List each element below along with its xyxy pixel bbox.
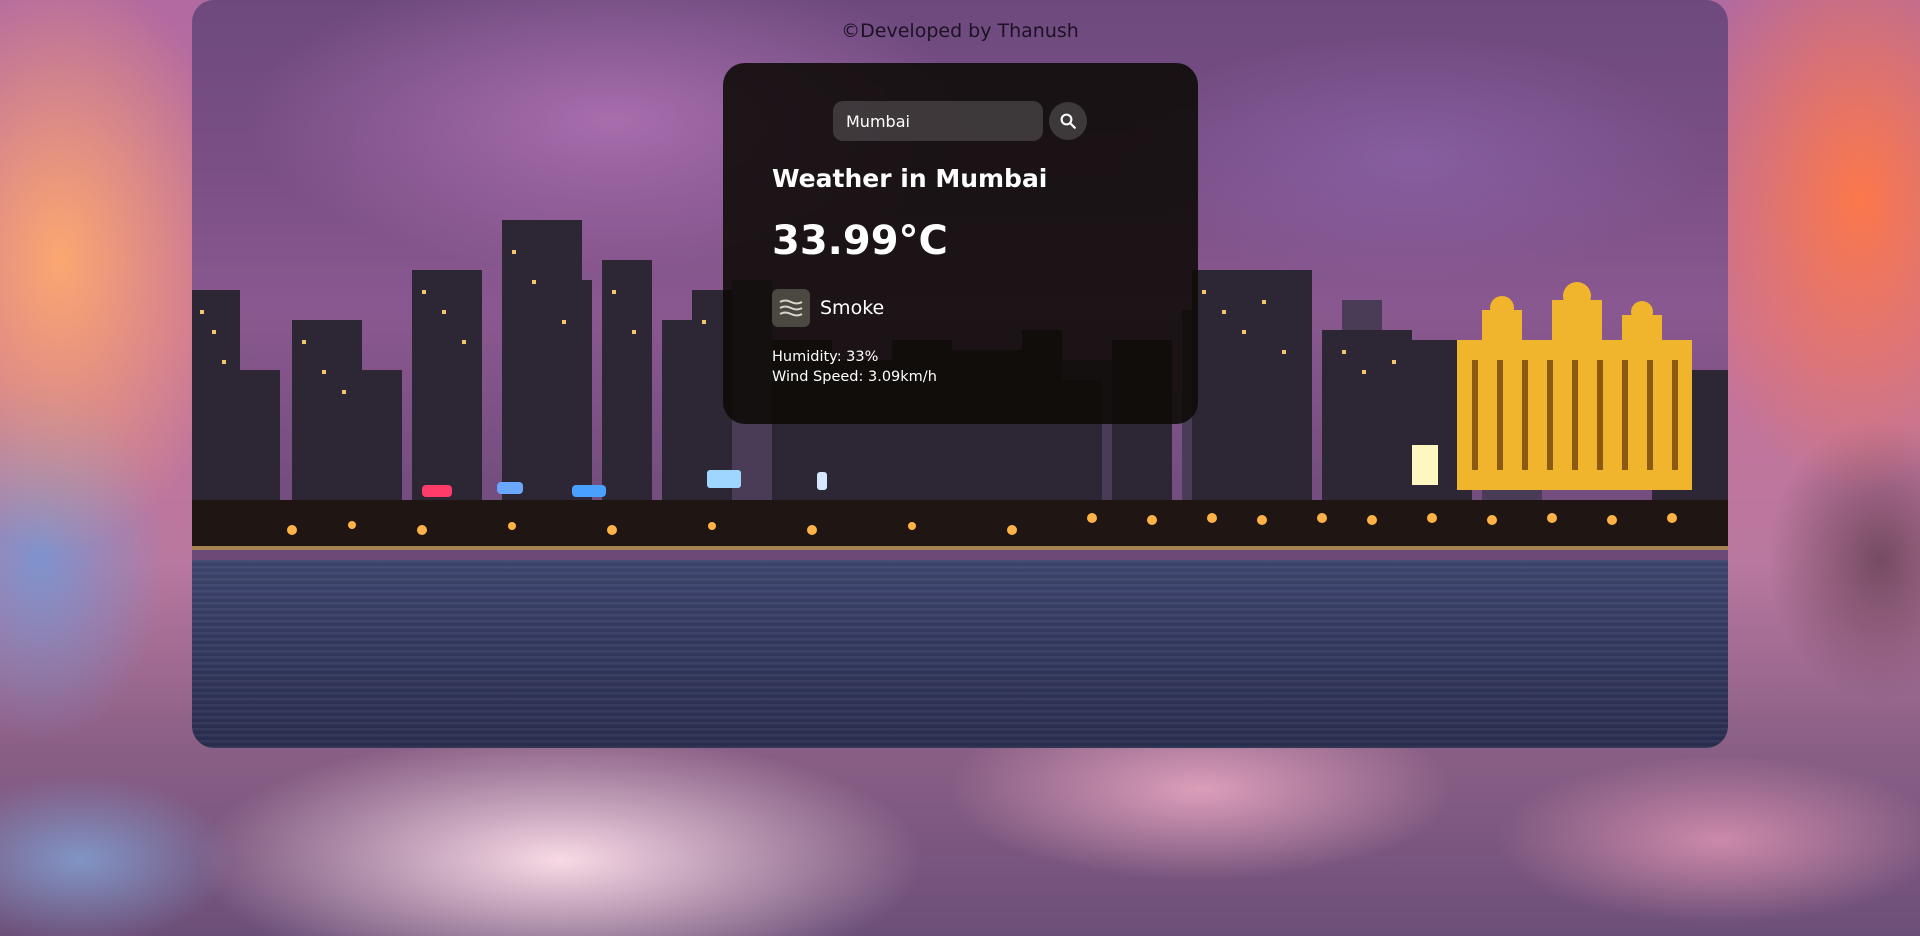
smoke-icon [772,289,810,327]
search-button[interactable] [1049,102,1087,140]
weather-description: Smoke [820,297,885,319]
weather-city-title: Weather in Mumbai [772,164,1048,193]
search-icon [1060,113,1076,129]
city-search-input[interactable] [833,101,1043,141]
weather-card: Weather in Mumbai 33.99°C Smoke Humidity… [723,63,1198,424]
search-bar [833,101,1087,141]
weather-condition: Smoke [772,289,884,327]
developer-credit: ©Developed by Thanush [841,20,1079,42]
humidity-text: Humidity: 33% [772,349,879,365]
wind-speed-text: Wind Speed: 3.09km/h [772,369,937,385]
temperature-value: 33.99°C [772,218,948,264]
